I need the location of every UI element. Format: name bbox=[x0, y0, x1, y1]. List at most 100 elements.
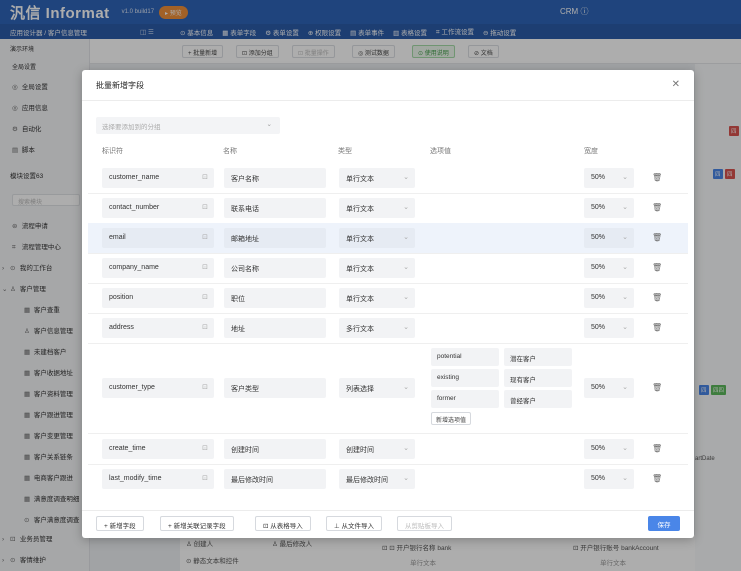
trash-icon[interactable]: 🗑 bbox=[652, 383, 662, 392]
identifier-input[interactable]: address ⊡ bbox=[102, 318, 214, 338]
type-select[interactable]: 列表选择 ⌄ bbox=[339, 378, 415, 398]
group-select[interactable]: 选择要添加到的分组 ⌄ bbox=[96, 117, 280, 134]
chevron-down-icon: ⌄ bbox=[403, 234, 409, 241]
type-select[interactable]: 最后修改时间 ⌄ bbox=[339, 469, 415, 489]
name-input[interactable]: 最后修改时间 bbox=[224, 469, 326, 489]
copy-icon[interactable]: ⊡ bbox=[202, 383, 208, 391]
chevron-down-icon: ⌄ bbox=[403, 204, 409, 211]
field-row: customer_name ⊡ 客户名称 单行文本 ⌄ 50% ⌄ 🗑 bbox=[88, 163, 688, 193]
chevron-down-icon: ⌄ bbox=[622, 234, 628, 241]
field-row: company_name ⊡ 公司名称 单行文本 ⌄ 50% ⌄ 🗑 bbox=[88, 253, 688, 283]
field-row: position ⊡ 职位 单行文本 ⌄ 50% ⌄ 🗑 bbox=[88, 283, 688, 313]
add-field-button[interactable]: + 新增字段 bbox=[96, 516, 144, 531]
chevron-down-icon: ⌄ bbox=[403, 294, 409, 301]
type-select[interactable]: 单行文本 ⌄ bbox=[339, 168, 415, 188]
option-value-input[interactable]: former bbox=[431, 390, 499, 408]
option-label-input[interactable]: 曾经客户 bbox=[504, 390, 572, 408]
trash-icon[interactable]: 🗑 bbox=[652, 263, 662, 272]
identifier-input[interactable]: position ⊡ bbox=[102, 288, 214, 308]
width-select[interactable]: 50% ⌄ bbox=[584, 168, 634, 188]
trash-icon[interactable]: 🗑 bbox=[652, 293, 662, 302]
chevron-down-icon: ⌄ bbox=[622, 445, 628, 452]
trash-icon[interactable]: 🗑 bbox=[652, 233, 662, 242]
identifier-input[interactable]: create_time ⊡ bbox=[102, 439, 214, 459]
add-related-field-button[interactable]: + 新增关联记录字段 bbox=[160, 516, 234, 531]
trash-icon[interactable]: 🗑 bbox=[652, 323, 662, 332]
copy-icon[interactable]: ⊡ bbox=[202, 323, 208, 331]
chevron-down-icon: ⌄ bbox=[622, 475, 628, 482]
type-select[interactable]: 多行文本 ⌄ bbox=[339, 318, 415, 338]
name-input[interactable]: 客户类型 bbox=[224, 378, 326, 398]
chevron-down-icon: ⌄ bbox=[622, 294, 628, 301]
import-from-file-button[interactable]: ⊥ 从文件导入 bbox=[326, 516, 382, 531]
copy-icon[interactable]: ⊡ bbox=[202, 203, 208, 211]
chevron-down-icon: ⌄ bbox=[403, 324, 409, 331]
identifier-input[interactable]: last_modify_time ⊡ bbox=[102, 469, 214, 489]
chevron-down-icon: ⌄ bbox=[266, 121, 272, 128]
name-input[interactable]: 公司名称 bbox=[224, 258, 326, 278]
trash-icon[interactable]: 🗑 bbox=[652, 444, 662, 453]
identifier-input[interactable]: customer_name ⊡ bbox=[102, 168, 214, 188]
name-input[interactable]: 联系电话 bbox=[224, 198, 326, 218]
type-select[interactable]: 创建时间 ⌄ bbox=[339, 439, 415, 459]
width-select[interactable]: 50% ⌄ bbox=[584, 258, 634, 278]
field-row: last_modify_time ⊡ 最后修改时间 最后修改时间 ⌄ 50% ⌄ 🗑 bbox=[88, 464, 688, 494]
chevron-down-icon: ⌄ bbox=[403, 445, 409, 452]
copy-icon[interactable]: ⊡ bbox=[202, 233, 208, 241]
width-select[interactable]: 50% ⌄ bbox=[584, 198, 634, 218]
trash-icon[interactable]: 🗑 bbox=[652, 474, 662, 483]
save-button[interactable]: 保存 bbox=[648, 516, 680, 531]
type-select[interactable]: 单行文本 ⌄ bbox=[339, 288, 415, 308]
column-header-name: 名称 bbox=[223, 148, 237, 155]
footer-divider bbox=[82, 510, 694, 511]
trash-icon[interactable]: 🗑 bbox=[652, 173, 662, 182]
width-select[interactable]: 50% ⌄ bbox=[584, 469, 634, 489]
width-select[interactable]: 50% ⌄ bbox=[584, 288, 634, 308]
chevron-down-icon: ⌄ bbox=[403, 475, 409, 482]
option-value-input[interactable]: potential bbox=[431, 348, 499, 366]
field-row: address ⊡ 地址 多行文本 ⌄ 50% ⌄ 🗑 bbox=[88, 313, 688, 343]
field-row: email ⊡ 邮箱地址 单行文本 ⌄ 50% ⌄ 🗑 bbox=[88, 223, 688, 253]
close-icon[interactable]: ✕ bbox=[672, 79, 680, 90]
type-select[interactable]: 单行文本 ⌄ bbox=[339, 198, 415, 218]
chevron-down-icon: ⌄ bbox=[622, 384, 628, 391]
copy-icon[interactable]: ⊡ bbox=[202, 293, 208, 301]
chevron-down-icon: ⌄ bbox=[403, 384, 409, 391]
type-select[interactable]: 单行文本 ⌄ bbox=[339, 258, 415, 278]
field-row: create_time ⊡ 创建时间 创建时间 ⌄ 50% ⌄ 🗑 bbox=[88, 434, 688, 464]
type-select[interactable]: 单行文本 ⌄ bbox=[339, 228, 415, 248]
identifier-input[interactable]: customer_type ⊡ bbox=[102, 378, 214, 398]
option-label-input[interactable]: 潜在客户 bbox=[504, 348, 572, 366]
name-input[interactable]: 邮箱地址 bbox=[224, 228, 326, 248]
copy-icon[interactable]: ⊡ bbox=[202, 173, 208, 181]
width-select[interactable]: 50% ⌄ bbox=[584, 318, 634, 338]
name-input[interactable]: 创建时间 bbox=[224, 439, 326, 459]
column-header-width: 宽度 bbox=[584, 148, 598, 155]
width-select[interactable]: 50% ⌄ bbox=[584, 439, 634, 459]
option-value-input[interactable]: existing bbox=[431, 369, 499, 387]
copy-icon[interactable]: ⊡ bbox=[202, 474, 208, 482]
trash-icon[interactable]: 🗑 bbox=[652, 203, 662, 212]
identifier-input[interactable]: company_name ⊡ bbox=[102, 258, 214, 278]
import-from-clipboard-button[interactable]: 从剪贴板导入 bbox=[397, 516, 452, 531]
divider bbox=[82, 100, 694, 101]
column-header-options: 选项值 bbox=[430, 148, 451, 155]
width-select[interactable]: 50% ⌄ bbox=[584, 228, 634, 248]
name-input[interactable]: 职位 bbox=[224, 288, 326, 308]
bulk-add-fields-dialog: 批量新增字段 ✕ 选择要添加到的分组 ⌄ 标识符 名称 类型 选项值 宽度 cu… bbox=[82, 70, 694, 538]
copy-icon[interactable]: ⊡ bbox=[202, 444, 208, 452]
option-label-input[interactable]: 现有客户 bbox=[504, 369, 572, 387]
width-select[interactable]: 50% ⌄ bbox=[584, 378, 634, 398]
chevron-down-icon: ⌄ bbox=[622, 174, 628, 181]
add-option-button[interactable]: 新增选项值 bbox=[431, 412, 472, 425]
field-row: contact_number ⊡ 联系电话 单行文本 ⌄ 50% ⌄ 🗑 bbox=[88, 193, 688, 223]
name-input[interactable]: 客户名称 bbox=[224, 168, 326, 188]
column-header-identifier: 标识符 bbox=[102, 148, 123, 155]
field-row: customer_type ⊡ 客户类型 列表选择 ⌄ potential 潜在客户… bbox=[88, 343, 688, 433]
chevron-down-icon: ⌄ bbox=[403, 264, 409, 271]
identifier-input[interactable]: contact_number ⊡ bbox=[102, 198, 214, 218]
copy-icon[interactable]: ⊡ bbox=[202, 263, 208, 271]
name-input[interactable]: 地址 bbox=[224, 318, 326, 338]
import-from-table-button[interactable]: ⊡ 从表格导入 bbox=[255, 516, 311, 531]
identifier-input[interactable]: email ⊡ bbox=[102, 228, 214, 248]
